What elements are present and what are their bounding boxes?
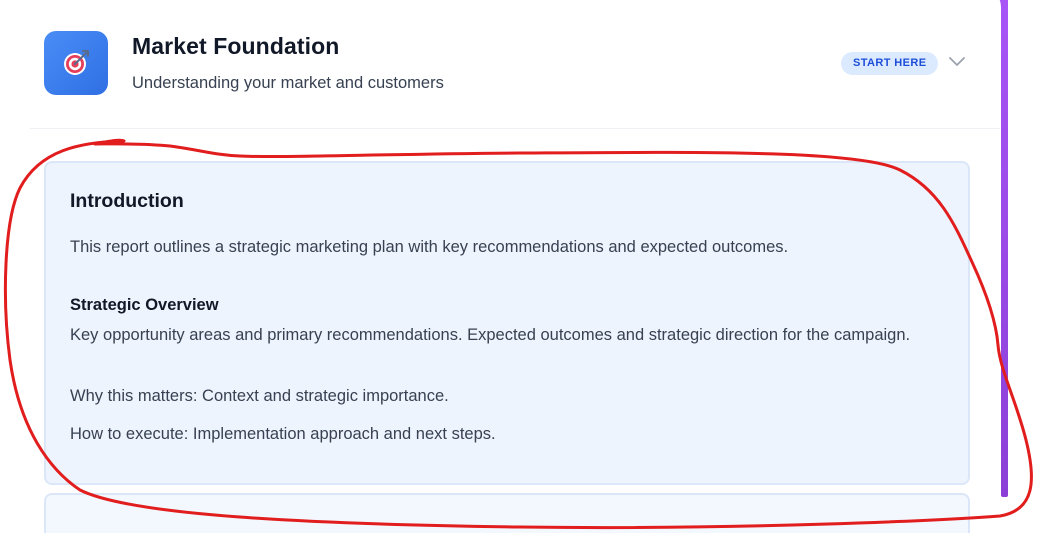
module-header[interactable]: Market Foundation Understanding your mar…	[30, 0, 1000, 129]
module-title: Market Foundation	[132, 33, 340, 59]
page: Market Foundation Understanding your mar…	[0, 0, 1038, 533]
accent-bar-corner	[990, 0, 1008, 12]
strategic-overview-heading: Strategic Overview	[70, 296, 219, 314]
module-card: Market Foundation Understanding your mar…	[0, 0, 1001, 533]
why-this-matters-text: Why this matters: Context and strategic …	[70, 387, 449, 405]
module-icon	[44, 31, 108, 95]
how-to-execute-text: How to execute: Implementation approach …	[70, 425, 496, 443]
chevron-down-icon[interactable]	[947, 54, 967, 70]
section-title: Introduction	[70, 190, 184, 212]
start-here-badge: START HERE	[841, 52, 939, 75]
next-section-card	[44, 493, 970, 533]
target-icon	[64, 50, 89, 75]
introduction-section: Introduction This report outlines a stra…	[44, 161, 970, 485]
section-intro-text: This report outlines a strategic marketi…	[70, 238, 789, 256]
module-subtitle: Understanding your market and customers	[132, 74, 444, 92]
accent-bar	[1001, 0, 1008, 497]
strategic-overview-text: Key opportunity areas and primary recomm…	[70, 326, 911, 344]
